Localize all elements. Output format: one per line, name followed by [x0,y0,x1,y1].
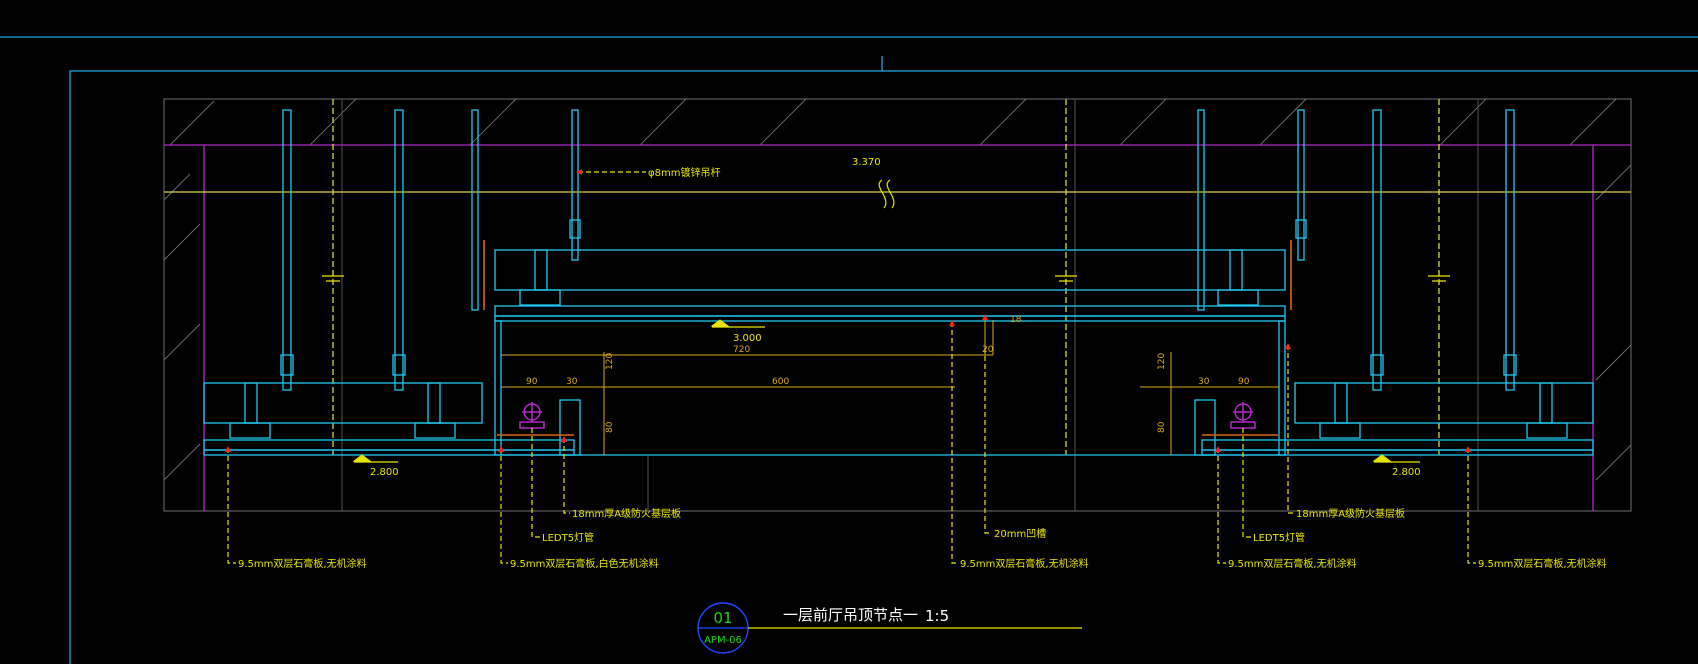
dim-120-left: 120 [605,353,615,370]
centerlines [332,99,1440,455]
dim-120-right: 120 [1157,353,1167,370]
label-led-right: LEDT5灯管 [1253,531,1305,544]
detail-title: 一层前厅吊顶节点一 [783,606,918,624]
orange-trims [483,240,1292,436]
elevation-top: 3.370 [852,157,881,168]
centerline-breaks [322,275,1450,282]
detail-number: 01 [713,609,732,627]
cad-drawing-canvas: 3.370 3.000 2.800 2.800 720 600 90 30 30… [0,36,1698,664]
dim-90-right: 90 [1238,377,1250,387]
dimension-lines [501,320,1279,455]
leader-lines [227,171,1476,564]
elevation-right: 2.800 [1392,467,1421,478]
left-ceiling-assembly [203,382,575,456]
label-plywood-left: 18mm厚A级防火基层板 [572,507,681,520]
dim-600: 600 [772,377,789,387]
elevation-markers [352,319,1420,463]
label-gypsum-1: 9.5mm双层石膏板,无机涂料 [238,557,367,570]
dim-90-left: 90 [526,377,538,387]
label-plywood-right: 18mm厚A级防火基层板 [1296,507,1405,520]
annotation-labels: φ8mm镀锌吊杆 18mm厚A级防火基层板 18mm厚A级防火基层板 LEDT5… [238,166,1607,570]
right-ceiling-assembly [1201,382,1594,456]
label-led-left: LEDT5灯管 [542,531,594,544]
detail-scale: 1:5 [925,607,949,625]
label-gypsum-2: 9.5mm双层石膏板,白色无机涂料 [510,557,659,570]
led-fixtures [519,402,1256,429]
dim-30-right: 30 [1198,377,1210,387]
dim-20: 20 [982,345,994,355]
elevation-labels: 3.370 3.000 2.800 2.800 [370,157,1421,478]
magenta-lines [164,144,1631,511]
dimension-labels: 720 600 90 30 30 90 20 18 120 80 120 80 [526,315,1250,433]
label-gypsum-3: 9.5mm双层石膏板,无机涂料 [960,557,1089,570]
sheet-number: APM-06 [704,635,742,646]
elevation-left: 2.800 [370,467,399,478]
label-hanger-rod: φ8mm镀锌吊杆 [648,166,720,179]
slab-boundary [163,98,1632,512]
dim-80-left: 80 [605,421,615,433]
elevation-center: 3.000 [733,333,762,344]
dim-720: 720 [733,345,750,355]
dim-18: 18 [1010,315,1022,325]
label-gypsum-4: 9.5mm双层石膏板,无机涂料 [1228,557,1357,570]
title-block: 01 APM-06 一层前厅吊顶节点一 1:5 [697,602,1082,654]
dim-30-left: 30 [566,377,578,387]
label-gypsum-5: 9.5mm双层石膏板,无机涂料 [1478,557,1607,570]
elevation-line-top [164,179,1631,209]
label-groove: 20mm凹槽 [994,527,1046,540]
leader-markers [225,169,1471,452]
dim-80-right: 80 [1157,421,1167,433]
